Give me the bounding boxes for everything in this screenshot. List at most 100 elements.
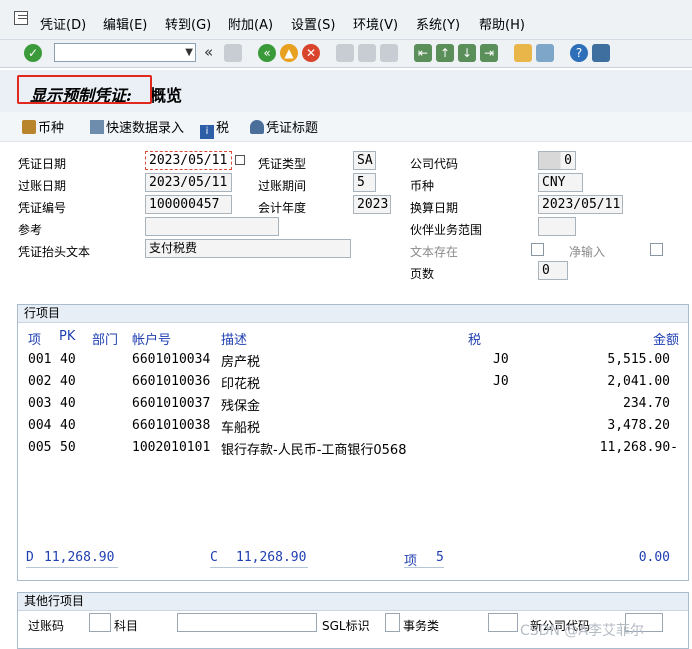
sgl-indicator-label: SGL标识 [322,619,370,633]
doc-type-label: 凭证类型 [258,157,307,171]
find-icon[interactable] [358,44,376,62]
debit-total: 11,268.90 [44,550,115,565]
fast-entry-button[interactable]: 快速数据录入 [90,117,184,136]
currency-field[interactable]: CNY [538,173,583,192]
highlight-box [17,75,152,104]
row-tax: J0 [493,352,509,367]
row-item[interactable]: 004 [28,418,51,433]
account-field[interactable] [177,613,317,632]
previous-page-icon[interactable]: ↑ [436,44,454,62]
row-item[interactable]: 003 [28,396,51,411]
row-item[interactable]: 005 [28,440,51,455]
chevron-down-icon[interactable]: ▼ [185,44,193,61]
doc-number-label: 凭证编号 [18,201,67,215]
totals-underline [404,567,444,568]
doc-date-field[interactable]: 2023/05/11 [145,151,232,170]
create-session-icon[interactable] [514,44,532,62]
col-amount-header[interactable]: 金额 [653,329,679,348]
other-items-title: 其他行项目 [18,593,688,611]
item-count: 5 [436,550,444,565]
doc-type-field[interactable]: SA [353,151,376,170]
col-item-header[interactable]: 项 [28,329,41,348]
account-label: 科目 [114,619,139,633]
company-code-field[interactable]: 0 [538,151,576,170]
net-entry-checkbox[interactable] [650,243,663,256]
menu-help[interactable]: 帮助(H) [479,14,525,33]
menu-settings[interactable]: 设置(S) [291,14,335,33]
help-icon[interactable]: ? [570,44,588,62]
fiscal-year-label: 会计年度 [258,201,307,215]
col-dept-header[interactable]: 部门 [92,329,118,348]
row-desc: 印花税 [221,377,261,392]
row-account: 1002010101 [132,440,211,455]
col-desc-header[interactable]: 描述 [221,329,247,348]
menu-goto[interactable]: 转到(G) [165,14,211,33]
transaction-type-label: 事务类 [403,619,440,633]
reference-label: 参考 [18,223,43,237]
credit-total: 11,268.90 [236,550,307,565]
transaction-type-field[interactable] [488,613,518,632]
row-desc: 车船税 [221,421,261,436]
col-account-header[interactable]: 帐户号 [132,329,171,348]
row-pk: 40 [60,396,76,411]
currency-button[interactable]: 币种 [22,117,64,136]
enter-check-icon[interactable]: ✓ [24,44,42,62]
translation-date-field[interactable]: 2023/05/11 [538,195,623,214]
find-next-icon[interactable] [380,44,398,62]
col-pk-header[interactable]: PK [59,329,75,344]
shortcut-icon[interactable] [536,44,554,62]
currency-icon [22,120,36,134]
cancel-icon[interactable]: ✕ [302,44,320,62]
exit-icon[interactable]: ▲ [280,44,298,62]
back-icon[interactable]: « [258,44,276,62]
customize-layout-icon[interactable] [592,44,610,62]
period-field[interactable]: 5 [353,173,376,192]
collapse-arrows-icon[interactable]: « [204,43,213,61]
trading-partner-field[interactable] [538,217,576,236]
print-icon[interactable] [336,44,354,62]
row-desc: 残保金 [221,399,261,414]
menu-environment[interactable]: 环境(V) [353,14,398,33]
row-item[interactable]: 002 [28,374,51,389]
menu-system[interactable]: 系统(Y) [416,14,460,33]
company-code-label: 公司代码 [410,157,459,171]
menu-edit[interactable]: 编辑(E) [103,14,147,33]
credit-label: C [210,550,218,565]
line-items-title: 行项目 [18,305,688,323]
window-menu-icon[interactable] [14,11,28,25]
page-title-overview: 概览 [150,86,183,105]
text-exists-checkbox[interactable] [531,243,544,256]
trading-partner-label: 伙伴业务范围 [410,223,483,237]
row-pk: 50 [60,440,76,455]
posting-date-field[interactable]: 2023/05/11 [145,173,232,192]
balance-total: 0.00 [638,550,670,565]
header-text-label: 凭证抬头文本 [18,245,91,259]
save-icon[interactable] [224,44,242,62]
doc-number-field[interactable]: 100000457 [145,195,232,214]
menu-extras[interactable]: 附加(A) [228,14,273,33]
edit-icon [90,120,104,134]
debit-label: D [26,550,34,565]
watermark: CSDN @A李艾菲尔 [520,623,644,639]
tax-button[interactable]: i税 [200,117,229,139]
next-page-icon[interactable]: ↓ [458,44,476,62]
row-account: 6601010034 [132,352,211,367]
sgl-indicator-field[interactable] [385,613,400,632]
fiscal-year-field[interactable]: 2023 [353,195,391,214]
first-page-icon[interactable]: ⇤ [414,44,432,62]
calendar-icon[interactable] [235,155,245,165]
row-item[interactable]: 001 [28,352,51,367]
row-desc: 房产税 [221,355,261,370]
header-text-field[interactable]: 支付税费 [145,239,351,258]
pages-field[interactable]: 0 [538,261,568,280]
reference-field[interactable] [145,217,279,236]
posting-key-field[interactable] [89,613,111,632]
menu-document[interactable]: 凭证(D) [40,14,86,33]
col-tax-header[interactable]: 税 [468,329,481,348]
posting-date-label: 过账日期 [18,179,67,193]
net-entry-label: 净输入 [569,245,606,259]
document-header-button[interactable]: 凭证标题 [250,117,318,136]
last-page-icon[interactable]: ⇥ [480,44,498,62]
row-amount: 5,515.00 [607,352,670,367]
command-field[interactable]: ▼ [54,43,196,62]
